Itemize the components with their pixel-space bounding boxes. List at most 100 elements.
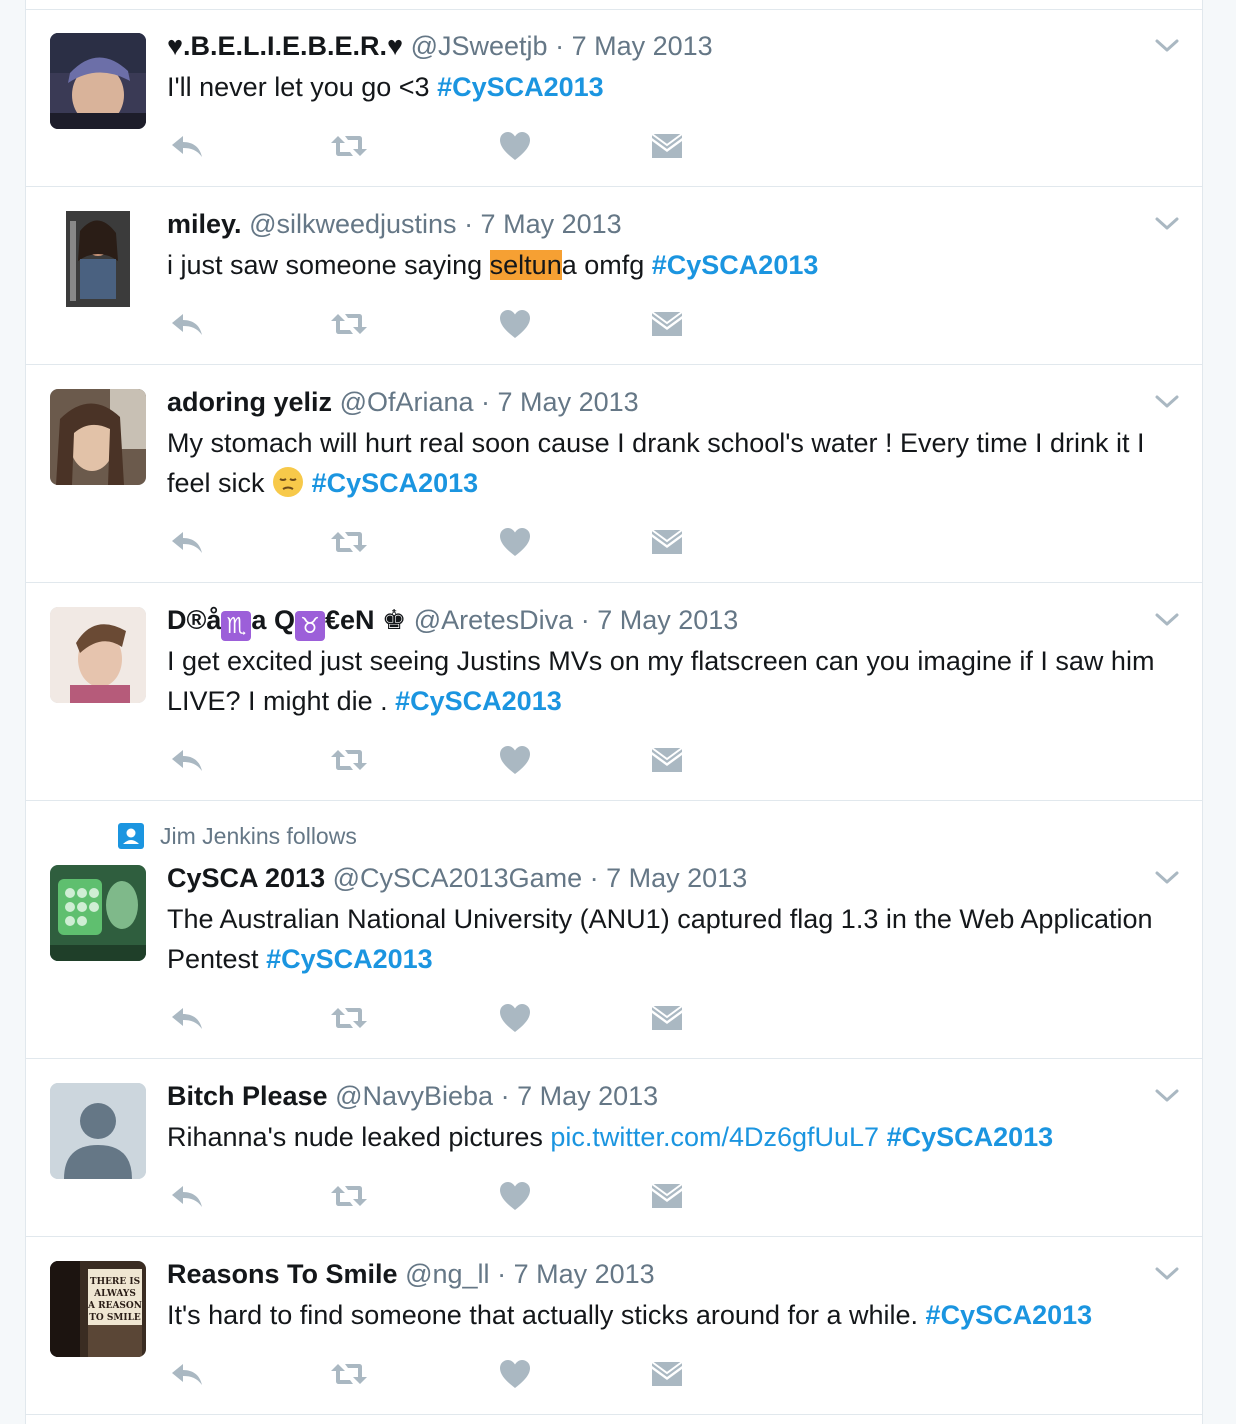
avatar[interactable] — [50, 33, 146, 129]
tweet-text: Rihanna's nude leaked pictures pic.twitt… — [167, 1117, 1187, 1157]
chevron-down-icon[interactable] — [1154, 868, 1180, 888]
tweet-actions — [167, 1356, 727, 1392]
user-handle[interactable]: @OfAriana — [340, 387, 474, 417]
chevron-down-icon[interactable] — [1154, 392, 1180, 412]
retweet-icon[interactable] — [329, 742, 369, 778]
user-handle[interactable]: @JSweetjb — [411, 31, 548, 61]
tweet-body: I get excited just seeing Justins MVs on… — [167, 646, 1155, 716]
tweet-text: i just saw someone saying seltuna omfg #… — [167, 245, 1187, 285]
tweet[interactable]: THERE IS ALWAYS A REASON TO SMILE Reasons T… — [26, 1237, 1202, 1415]
reply-icon[interactable] — [167, 524, 207, 560]
hashtag-link[interactable]: #CySCA2013 — [887, 1122, 1054, 1152]
user-handle[interactable]: @silkweedjustins — [249, 209, 456, 239]
retweet-icon[interactable] — [329, 1356, 369, 1392]
avatar[interactable] — [50, 389, 146, 485]
heart-icon[interactable] — [495, 742, 535, 778]
tweet[interactable]: Bitch Please @NavyBieba · 7 May 2013 Rih… — [26, 1059, 1202, 1237]
tweet[interactable]: adoring yeliz @OfAriana · 7 May 2013 My … — [26, 365, 1202, 583]
tweet-body: i just saw someone saying — [167, 250, 490, 280]
reply-icon[interactable] — [167, 742, 207, 778]
envelope-icon[interactable] — [647, 1356, 687, 1392]
media-link[interactable]: pic.twitter.com/4Dz6gfUuL7 — [550, 1122, 879, 1152]
hashtag-link[interactable]: #CySCA2013 — [437, 72, 604, 102]
reply-icon[interactable] — [167, 1356, 207, 1392]
tweet-header: miley. @silkweedjustins · 7 May 2013 — [167, 206, 1142, 242]
user-name[interactable]: adoring yeliz — [167, 387, 332, 417]
heart-icon[interactable] — [495, 128, 535, 164]
user-name[interactable]: CySCA 2013 — [167, 863, 325, 893]
tweet-date[interactable]: · 7 May 2013 — [590, 863, 748, 893]
heart-icon[interactable] — [495, 524, 535, 560]
user-name[interactable]: miley. — [167, 209, 242, 239]
chevron-down-icon[interactable] — [1154, 1264, 1180, 1284]
tweet-text: The Australian National University (ANU1… — [167, 899, 1187, 979]
retweet-icon[interactable] — [329, 524, 369, 560]
envelope-icon[interactable] — [647, 128, 687, 164]
user-handle[interactable]: @AretesDiva — [414, 605, 573, 635]
retweet-icon[interactable] — [329, 128, 369, 164]
heart-icon[interactable] — [495, 306, 535, 342]
hashtag-link[interactable]: #CySCA2013 — [926, 1300, 1093, 1330]
tweet[interactable]: Jim Jenkins follows CySCA 2013 @CySCA201… — [26, 801, 1202, 1059]
heart-icon[interactable] — [495, 1178, 535, 1214]
chevron-down-icon[interactable] — [1154, 214, 1180, 234]
reply-icon[interactable] — [167, 306, 207, 342]
reply-icon[interactable] — [167, 1000, 207, 1036]
hashtag-link[interactable]: #CySCA2013 — [652, 250, 819, 280]
avatar[interactable]: THERE IS ALWAYS A REASON TO SMILE — [50, 1261, 146, 1357]
reply-icon[interactable] — [167, 1178, 207, 1214]
retweet-icon[interactable] — [329, 306, 369, 342]
avatar[interactable] — [50, 1083, 146, 1179]
envelope-icon[interactable] — [647, 742, 687, 778]
chevron-down-icon[interactable] — [1154, 36, 1180, 56]
envelope-icon[interactable] — [647, 1178, 687, 1214]
tweet-date[interactable]: · 7 May 2013 — [501, 1081, 659, 1111]
chevron-down-icon[interactable] — [1154, 610, 1180, 630]
tweet-body: It's hard to find someone that actually … — [167, 1300, 926, 1330]
user-name[interactable]: Bitch Please — [167, 1081, 328, 1111]
heart-icon[interactable] — [495, 1000, 535, 1036]
user-handle[interactable]: @CySCA2013Game — [333, 863, 583, 893]
user-name-part: D®å — [167, 605, 222, 635]
tweet-actions — [167, 306, 727, 342]
tweet-text: I get excited just seeing Justins MVs on… — [167, 641, 1187, 721]
user-handle[interactable]: @NavyBieba — [335, 1081, 493, 1111]
envelope-icon[interactable] — [647, 1000, 687, 1036]
avatar-sign-line: THERE IS — [90, 1277, 140, 1287]
user-handle[interactable]: @ng_ll — [405, 1259, 489, 1289]
chevron-down-icon[interactable] — [1154, 1086, 1180, 1106]
tweet-date[interactable]: · 7 May 2013 — [555, 31, 713, 61]
user-name[interactable]: D®å ♏ a Q ♉ €eN ♚ — [167, 605, 406, 641]
tweet-text: My stomach will hurt real soon cause I d… — [167, 423, 1187, 503]
taurus-glyph: ♉ — [294, 611, 325, 641]
avatar-sign-line: ALWAYS — [93, 1289, 136, 1299]
hashtag-link[interactable]: #CySCA2013 — [266, 944, 433, 974]
user-name[interactable]: Reasons To Smile — [167, 1259, 398, 1289]
tweet-date[interactable]: · 7 May 2013 — [497, 1259, 655, 1289]
tweet-actions — [167, 742, 727, 778]
tweet-header: Reasons To Smile @ng_ll · 7 May 2013 — [167, 1256, 1142, 1292]
tweet-header: adoring yeliz @OfAriana · 7 May 2013 — [167, 384, 1142, 420]
hashtag-link[interactable]: #CySCA2013 — [395, 686, 562, 716]
tweet-date[interactable]: · 7 May 2013 — [481, 387, 639, 417]
envelope-icon[interactable] — [647, 524, 687, 560]
avatar[interactable] — [50, 211, 146, 307]
avatar[interactable] — [50, 607, 146, 703]
tweet-header: CySCA 2013 @CySCA2013Game · 7 May 2013 — [167, 860, 1142, 896]
heart-icon[interactable] — [495, 1356, 535, 1392]
social-context-text[interactable]: Jim Jenkins follows — [160, 823, 357, 849]
user-name[interactable]: ♥.B.E.L.I.E.B.E.R.♥ — [167, 31, 403, 61]
tweet[interactable]: miley. @silkweedjustins · 7 May 2013 i j… — [26, 187, 1202, 365]
tweet[interactable]: D®å ♏ a Q ♉ €eN ♚ @AretesDiva · 7 May 2013 I… — [26, 583, 1202, 801]
avatar[interactable] — [50, 865, 146, 961]
retweet-icon[interactable] — [329, 1000, 369, 1036]
tweet-header: ♥.B.E.L.I.E.B.E.R.♥ @JSweetjb · 7 May 20… — [167, 28, 1142, 64]
retweet-icon[interactable] — [329, 1178, 369, 1214]
tweet[interactable]: ♥.B.E.L.I.E.B.E.R.♥ @JSweetjb · 7 May 20… — [26, 10, 1202, 187]
hashtag-link[interactable]: #CySCA2013 — [312, 468, 479, 498]
user-name-part: a Q — [251, 605, 295, 635]
reply-icon[interactable] — [167, 128, 207, 164]
tweet-date[interactable]: · 7 May 2013 — [581, 605, 739, 635]
envelope-icon[interactable] — [647, 306, 687, 342]
tweet-date[interactable]: · 7 May 2013 — [464, 209, 622, 239]
